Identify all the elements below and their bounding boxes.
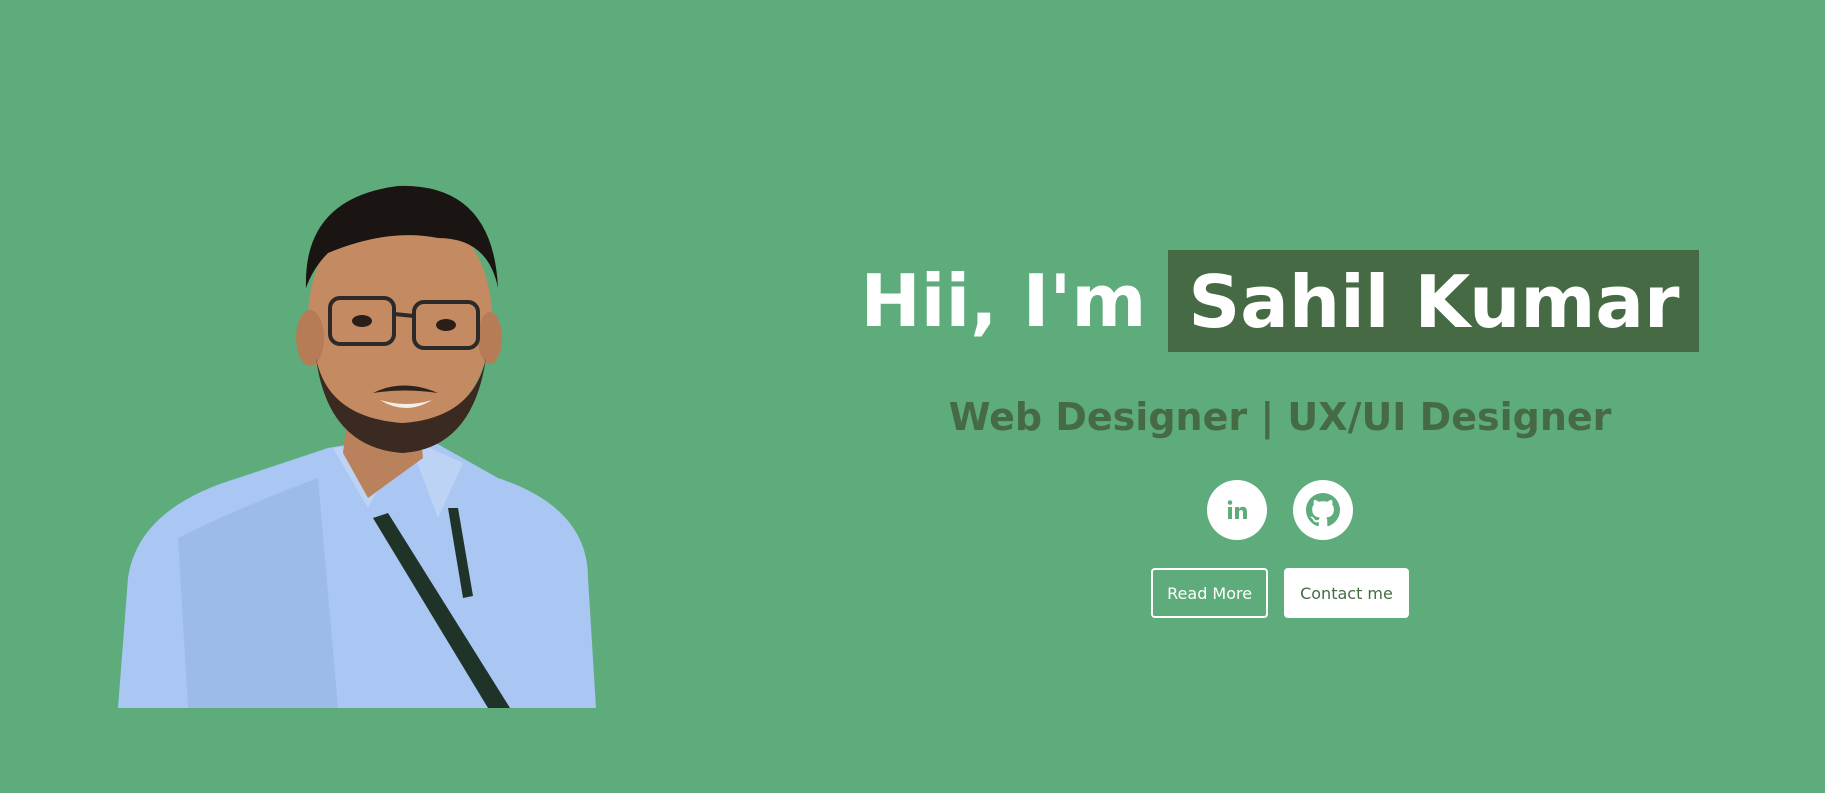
social-links [1207,480,1353,540]
hero-headline: Hii, I'm Sahil Kumar [861,250,1700,352]
read-more-button[interactable]: Read More [1151,568,1269,618]
name-highlight: Sahil Kumar [1168,250,1700,352]
github-icon [1306,493,1340,527]
hero-content: Hii, I'm Sahil Kumar Web Designer | UX/U… [860,250,1700,618]
contact-me-button[interactable]: Contact me [1284,568,1409,618]
portrait-image [118,178,596,708]
hero-section: Hii, I'm Sahil Kumar Web Designer | UX/U… [0,0,1825,793]
linkedin-icon [1227,500,1247,519]
github-link[interactable] [1293,480,1353,540]
hero-subtitle: Web Designer | UX/UI Designer [948,395,1612,439]
linkedin-link[interactable] [1207,480,1267,540]
cta-buttons: Read More Contact me [1151,568,1409,618]
greeting-text: Hii, I'm [860,259,1147,343]
